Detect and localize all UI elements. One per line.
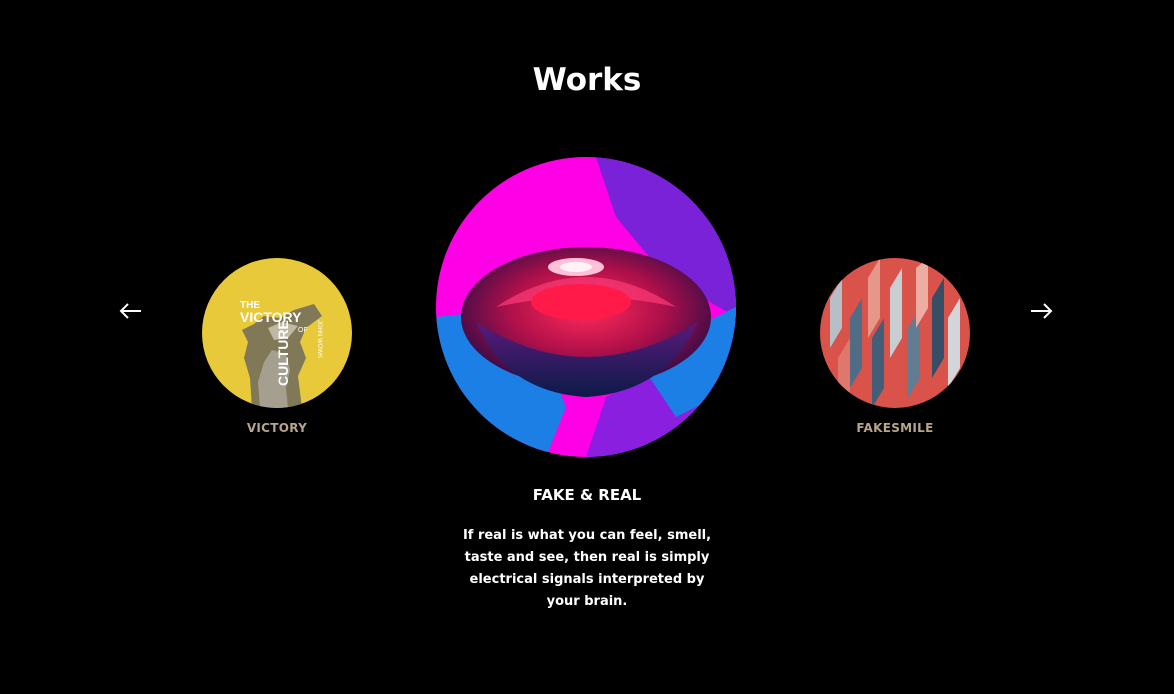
victory-text-victory: VICTORY [240,309,302,325]
victory-text-of: OF [298,327,308,334]
works-section: Works THE VICTORY OF CULTURE JOHN WOWK V… [0,0,1174,694]
featured-work-title: FAKE & REAL [532,486,642,504]
arrow-right-icon[interactable] [1026,296,1056,326]
victory-text-side: JOHN WOWK [316,320,322,358]
section-title: Works [532,62,642,98]
work-label-victory[interactable]: VICTORY [201,421,353,435]
arrow-left-icon[interactable] [116,296,146,326]
victory-thumbnail[interactable]: THE VICTORY OF CULTURE JOHN WOWK [202,258,352,408]
work-item-victory[interactable]: THE VICTORY OF CULTURE JOHN WOWK VICTORY [201,258,353,435]
featured-work-image[interactable] [436,157,736,457]
victory-text-culture: CULTURE [275,320,291,386]
work-item-fakesmile[interactable]: FAKESMILE [819,258,971,435]
work-label-fakesmile[interactable]: FAKESMILE [819,421,971,435]
fakesmile-thumbnail[interactable] [820,258,970,408]
featured-work-description: If real is what you can feel, smell, tas… [462,528,712,609]
